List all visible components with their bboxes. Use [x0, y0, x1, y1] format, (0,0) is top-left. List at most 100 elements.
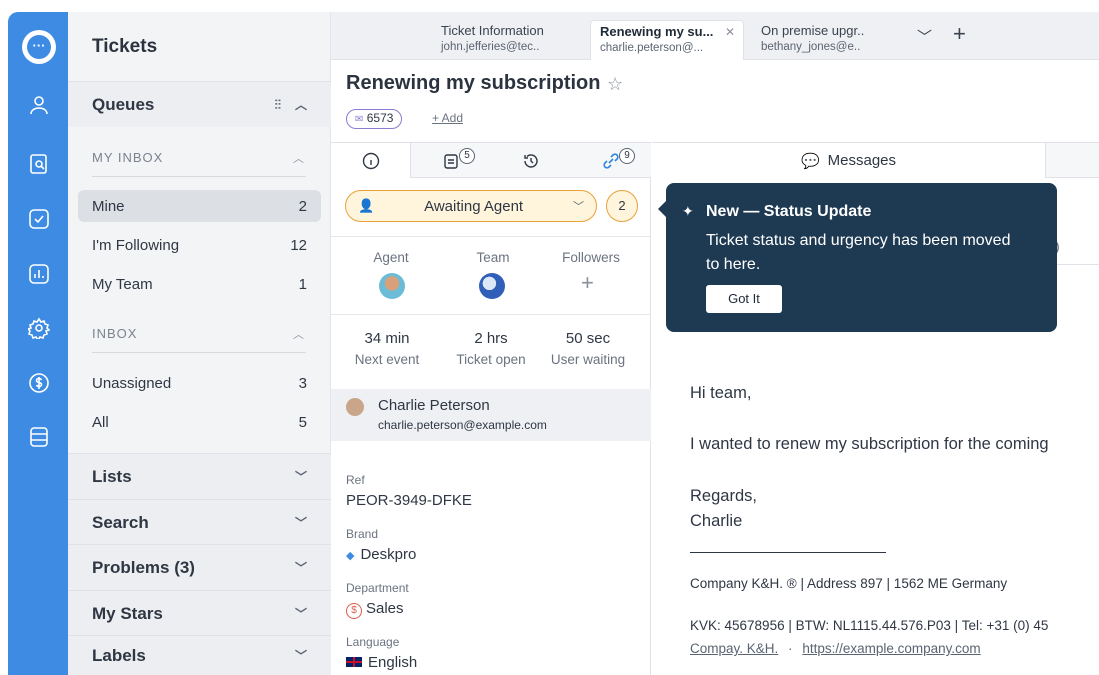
chevron-up-icon[interactable]: ︿: [295, 96, 307, 113]
tasks-icon[interactable]: [28, 208, 50, 230]
ticket-search-icon[interactable]: [28, 153, 50, 175]
tab-subtitle: john.jefferies@tec..: [441, 41, 540, 53]
ticket-detail-pane: 5 9 👤 Awaiting Agent ﹀ 2 Agent Team Foll…: [331, 142, 651, 675]
add-label-link[interactable]: + Add: [432, 111, 463, 125]
search-section[interactable]: Search ﹀: [68, 499, 331, 545]
notes-icon: [444, 153, 458, 169]
sidebar-item-label: I'm Following: [92, 236, 180, 254]
settings-icon[interactable]: [26, 317, 51, 342]
sidebar-item-my-team[interactable]: My Team 1: [78, 268, 321, 300]
chevron-down-icon: ﹀: [294, 516, 307, 530]
queues-header[interactable]: Queues ⫶⫶ ︿: [68, 81, 331, 127]
chat-bubble-icon: 💬: [800, 152, 820, 170]
field-label: Ref: [346, 473, 365, 487]
inbox-label: INBOX: [92, 326, 138, 341]
database-icon[interactable]: [28, 426, 50, 448]
section-label: Labels: [92, 645, 146, 665]
status-label: Awaiting Agent: [424, 197, 524, 215]
chevron-down-icon[interactable]: ﹀: [917, 26, 932, 47]
ticket-tabs-bar: Ticket Information john.jefferies@tec.. …: [331, 12, 1099, 60]
dollar-icon: $: [346, 603, 362, 619]
email-regards: Regards,: [690, 487, 757, 505]
sidebar-item-count: 1: [298, 275, 307, 293]
sidebar-item-following[interactable]: I'm Following 12: [78, 229, 321, 261]
field-label: Brand: [346, 527, 379, 541]
tickets-sidebar: Tickets Queues ⫶⫶ ︿ MY INBOX ︿ Mine 2 I'…: [68, 12, 331, 675]
tab-title: Ticket Information: [441, 23, 544, 38]
tab-info[interactable]: [331, 143, 411, 178]
chevron-up-icon[interactable]: ︿: [293, 326, 304, 342]
field-label: Language: [346, 635, 400, 649]
billing-icon[interactable]: [28, 372, 50, 394]
website-link[interactable]: https://example.company.com: [802, 641, 980, 656]
tab-on-premise-upgrade[interactable]: On premise upgr.. bethany_jones@e..: [752, 20, 902, 60]
field-value: English: [346, 654, 417, 671]
got-it-button[interactable]: Got It: [706, 285, 782, 313]
language-name: English: [368, 654, 418, 671]
user-name: Charlie Peterson: [378, 397, 490, 414]
messages-tab-label: Messages: [827, 152, 897, 169]
email-body: I wanted to renew my subscription for th…: [690, 435, 1049, 453]
notes-count-badge: 5: [459, 148, 475, 164]
divider: [331, 314, 651, 315]
mail-icon: ✉: [355, 114, 364, 125]
filter-icon[interactable]: ⫶⫶: [274, 97, 281, 113]
agent-label: Agent: [373, 250, 409, 265]
problems-section[interactable]: Problems (3) ﹀: [68, 544, 331, 590]
email-greeting: Hi team,: [690, 384, 752, 402]
agent-avatar[interactable]: [379, 273, 405, 299]
tab-renewing-subscription[interactable]: Renewing my su... charlie.peterson@... ✕: [590, 20, 744, 60]
chat-logo-icon[interactable]: ···: [22, 30, 56, 64]
timer-label: Next event: [354, 352, 420, 367]
timer-label: Ticket open: [456, 352, 526, 367]
queues-label: Queues: [92, 94, 155, 114]
close-icon[interactable]: ✕: [725, 24, 735, 40]
sidebar-item-label: Mine: [92, 197, 125, 215]
tab-ticket-information[interactable]: Ticket Information john.jefferies@tec..: [432, 20, 582, 60]
history-icon: [524, 153, 538, 168]
sidebar-item-mine[interactable]: Mine 2: [78, 190, 321, 222]
signature-line: [690, 552, 886, 553]
ticket-id: 6573: [366, 111, 394, 125]
tab-title: On premise upgr..: [761, 23, 865, 38]
reports-icon[interactable]: [28, 263, 50, 285]
team-avatar[interactable]: [479, 273, 505, 299]
chevron-up-icon[interactable]: ︿: [293, 150, 304, 166]
followers-label: Followers: [562, 250, 620, 265]
section-label: Search: [92, 512, 149, 532]
links-count-badge: 9: [619, 148, 635, 164]
sidebar-item-unassigned[interactable]: Unassigned 3: [78, 367, 321, 399]
my-stars-section[interactable]: My Stars ﹀: [68, 590, 331, 636]
popover-body: Ticket status and urgency has been moved…: [706, 232, 1011, 273]
status-select[interactable]: 👤 Awaiting Agent ﹀: [345, 190, 597, 222]
tab-messages[interactable]: 💬 Messages: [652, 143, 1046, 178]
brand-name: Deskpro: [360, 546, 417, 563]
company-link[interactable]: Compay. K&H.: [690, 641, 778, 656]
chevron-down-icon: ﹀: [294, 470, 307, 484]
urgency-badge[interactable]: 2: [606, 190, 638, 222]
user-card[interactable]: Charlie Peterson charlie.peterson@exampl…: [331, 389, 651, 441]
sidebar-item-label: My Team: [92, 275, 153, 293]
email-footer-registration: KVK: 45678956 | BTW: NL1115.44.576.P03 |…: [690, 618, 1049, 633]
tab-title: Renewing my su...: [600, 24, 714, 39]
chevron-down-icon: ﹀: [573, 201, 584, 213]
sidebar-item-count: 3: [298, 374, 307, 392]
add-follower-button[interactable]: +: [581, 270, 594, 296]
labels-section[interactable]: Labels ﹀: [68, 635, 331, 675]
user-icon[interactable]: [28, 94, 50, 116]
user-avatar: [346, 398, 364, 416]
tab-notes[interactable]: 5: [411, 143, 491, 178]
timer-label: User waiting: [550, 352, 626, 367]
tab-history[interactable]: [491, 143, 571, 178]
team-label: Team: [476, 250, 510, 265]
section-label: Lists: [92, 466, 132, 486]
section-label: My Stars: [92, 603, 163, 623]
timer-value: 50 sec: [565, 330, 611, 347]
add-tab-icon[interactable]: +: [953, 21, 966, 47]
lists-section[interactable]: Lists ﹀: [68, 453, 331, 499]
divider: [92, 176, 306, 177]
agent-status-icon: 👤: [358, 198, 375, 213]
star-icon[interactable]: ☆: [607, 74, 623, 95]
tab-links[interactable]: 9: [571, 143, 651, 178]
sidebar-item-all[interactable]: All 5: [78, 406, 321, 438]
